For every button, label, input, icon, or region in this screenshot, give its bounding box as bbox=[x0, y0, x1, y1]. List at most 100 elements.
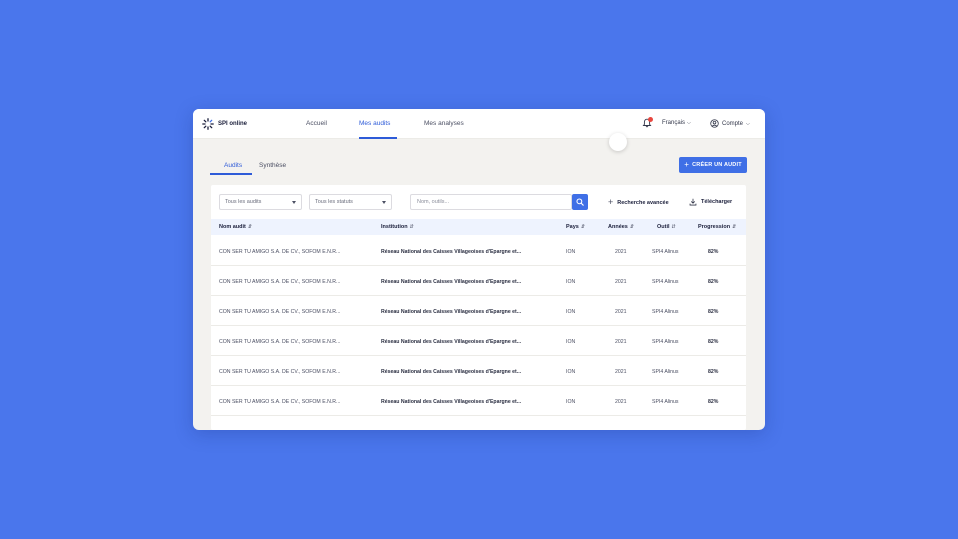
column-label: Nom audit bbox=[219, 224, 246, 230]
column-label: Années bbox=[608, 224, 628, 230]
plus-icon: + bbox=[608, 197, 614, 207]
caret-down-icon bbox=[292, 200, 296, 204]
app-name: SPI online bbox=[218, 121, 248, 127]
cell-annees: 2021 bbox=[615, 279, 627, 285]
cell-progression: 82% bbox=[708, 399, 719, 405]
cell-institution: Réseau National des Caisses Villageoises… bbox=[381, 339, 522, 345]
language-selector[interactable]: Français ⌵ bbox=[662, 120, 691, 126]
cell-annees: 2021 bbox=[615, 339, 627, 345]
cell-pays: ION bbox=[566, 279, 576, 285]
cell-outil: SPI4 Alinus bbox=[652, 369, 679, 375]
table-row[interactable]: CON SER TU AMIGO S.A. DE CV., SOFOM E.N.… bbox=[211, 266, 746, 296]
cell-institution: Réseau National des Caisses Villageoises… bbox=[381, 369, 522, 375]
cell-annees: 2021 bbox=[615, 369, 627, 375]
create-audit-button[interactable]: + CRÉER UN AUDIT bbox=[679, 157, 747, 173]
download-icon bbox=[689, 198, 697, 206]
advanced-search-button[interactable]: + Recherche avancée bbox=[608, 198, 669, 207]
cell-institution: Réseau National des Caisses Villageoises… bbox=[381, 309, 522, 315]
audits-filter-value: Tous les audits bbox=[225, 199, 262, 205]
tab-synthese[interactable]: Synthèse bbox=[259, 162, 286, 169]
nav-accueil[interactable]: Accueil bbox=[306, 120, 327, 127]
search-button[interactable] bbox=[572, 194, 588, 210]
chevron-down-icon: ⌵ bbox=[746, 120, 750, 127]
search-placeholder: Nom, outils... bbox=[417, 199, 450, 205]
cell-nom-audit: CON SER TU AMIGO S.A. DE CV., SOFOM E.N.… bbox=[219, 369, 341, 375]
account-menu[interactable]: Compte ⌵ bbox=[710, 119, 750, 128]
create-audit-label: CRÉER UN AUDIT bbox=[692, 162, 742, 168]
search-icon bbox=[576, 198, 584, 206]
cell-progression: 82% bbox=[708, 249, 719, 255]
cell-annees: 2021 bbox=[615, 249, 627, 255]
nav-mes-audits[interactable]: Mes audits bbox=[359, 120, 390, 127]
status-filter-value: Tous les statuts bbox=[315, 199, 353, 205]
table-row[interactable]: CON SER TU AMIGO S.A. DE CV., SOFOM E.N.… bbox=[211, 386, 746, 416]
cell-annees: 2021 bbox=[615, 309, 627, 315]
table-row[interactable]: CON SER TU AMIGO S.A. DE CV., SOFOM E.N.… bbox=[211, 236, 746, 266]
column-label: Progression bbox=[698, 224, 731, 230]
active-nav-indicator bbox=[359, 137, 397, 139]
column-label: Institution bbox=[381, 224, 408, 230]
cell-institution: Réseau National des Caisses Villageoises… bbox=[381, 279, 522, 285]
cell-nom-audit: CON SER TU AMIGO S.A. DE CV., SOFOM E.N.… bbox=[219, 339, 341, 345]
cell-outil: SPI4 Alinus bbox=[652, 249, 679, 255]
cell-pays: ION bbox=[566, 309, 576, 315]
chevron-down-icon: ⌵ bbox=[687, 120, 691, 126]
table-row[interactable]: CON SER TU AMIGO S.A. DE CV., SOFOM E.N.… bbox=[211, 356, 746, 386]
cell-pays: ION bbox=[566, 399, 576, 405]
column-header-outil[interactable]: Outil ⇵ bbox=[657, 224, 676, 230]
sort-icon: ⇵ bbox=[732, 224, 737, 230]
column-label: Outil bbox=[657, 224, 670, 230]
column-header-progression[interactable]: Progression ⇵ bbox=[698, 224, 736, 230]
language-label: Français bbox=[662, 120, 686, 126]
column-label: Pays bbox=[566, 224, 579, 230]
app-window: SPI online Accueil Mes audits Mes analys… bbox=[193, 109, 765, 430]
tab-audits[interactable]: Audits bbox=[224, 162, 242, 169]
cell-nom-audit: CON SER TU AMIGO S.A. DE CV., SOFOM E.N.… bbox=[219, 249, 341, 255]
cell-outil: SPI4 Alinus bbox=[652, 279, 679, 285]
account-label: Compte bbox=[722, 120, 744, 127]
spinner-logo-icon bbox=[202, 118, 214, 130]
status-filter-select[interactable]: Tous les statuts bbox=[309, 194, 392, 210]
download-label: Télécharger bbox=[701, 199, 733, 205]
sort-icon: ⇵ bbox=[671, 224, 676, 230]
plus-icon: + bbox=[684, 160, 690, 169]
cell-pays: ION bbox=[566, 249, 576, 255]
table-row[interactable]: CON SER TU AMIGO S.A. DE CV., SOFOM E.N.… bbox=[211, 326, 746, 356]
cell-annees: 2021 bbox=[615, 399, 627, 405]
cell-progression: 82% bbox=[708, 279, 719, 285]
nav-mes-analyses[interactable]: Mes analyses bbox=[424, 120, 464, 127]
column-header-pays[interactable]: Pays ⇵ bbox=[566, 224, 585, 230]
caret-down-icon bbox=[382, 200, 386, 204]
cell-progression: 82% bbox=[708, 339, 719, 345]
download-button[interactable]: Télécharger bbox=[689, 198, 732, 206]
floating-toggle[interactable] bbox=[609, 133, 627, 151]
cell-outil: SPI4 Alinus bbox=[652, 309, 679, 315]
cell-institution: Réseau National des Caisses Villageoises… bbox=[381, 249, 522, 255]
advanced-search-label: Recherche avancée bbox=[617, 199, 669, 206]
search-input[interactable]: Nom, outils... bbox=[410, 194, 572, 210]
cell-progression: 82% bbox=[708, 309, 719, 315]
sort-icon: ⇵ bbox=[247, 224, 253, 230]
notification-badge bbox=[648, 117, 653, 122]
active-tab-indicator bbox=[210, 173, 252, 175]
sort-icon: ⇵ bbox=[409, 224, 414, 230]
audits-panel: Tous les audits Tous les statuts Nom, ou… bbox=[211, 185, 746, 430]
cell-pays: ION bbox=[566, 339, 576, 345]
column-header-annees[interactable]: Années ⇵ bbox=[608, 224, 634, 230]
cell-nom-audit: CON SER TU AMIGO S.A. DE CV., SOFOM E.N.… bbox=[219, 399, 341, 405]
column-header-nom-audit[interactable]: Nom audit ⇵ bbox=[219, 224, 252, 230]
cell-outil: SPI4 Alinus bbox=[652, 399, 679, 405]
cell-nom-audit: CON SER TU AMIGO S.A. DE CV., SOFOM E.N.… bbox=[219, 309, 341, 315]
audits-filter-select[interactable]: Tous les audits bbox=[219, 194, 302, 210]
app-logo[interactable]: SPI online bbox=[202, 118, 247, 130]
cell-pays: ION bbox=[566, 369, 576, 375]
cell-outil: SPI4 Alinus bbox=[652, 339, 679, 345]
cell-progression: 82% bbox=[708, 369, 719, 375]
table-row[interactable]: CON SER TU AMIGO S.A. DE CV., SOFOM E.N.… bbox=[211, 296, 746, 326]
sort-icon: ⇵ bbox=[580, 224, 586, 230]
cell-nom-audit: CON SER TU AMIGO S.A. DE CV., SOFOM E.N.… bbox=[219, 279, 341, 285]
sort-icon: ⇵ bbox=[629, 224, 635, 230]
column-header-institution[interactable]: Institution ⇵ bbox=[381, 224, 414, 230]
top-navigation-bar: SPI online Accueil Mes audits Mes analys… bbox=[193, 109, 765, 139]
user-circle-icon bbox=[710, 119, 719, 128]
